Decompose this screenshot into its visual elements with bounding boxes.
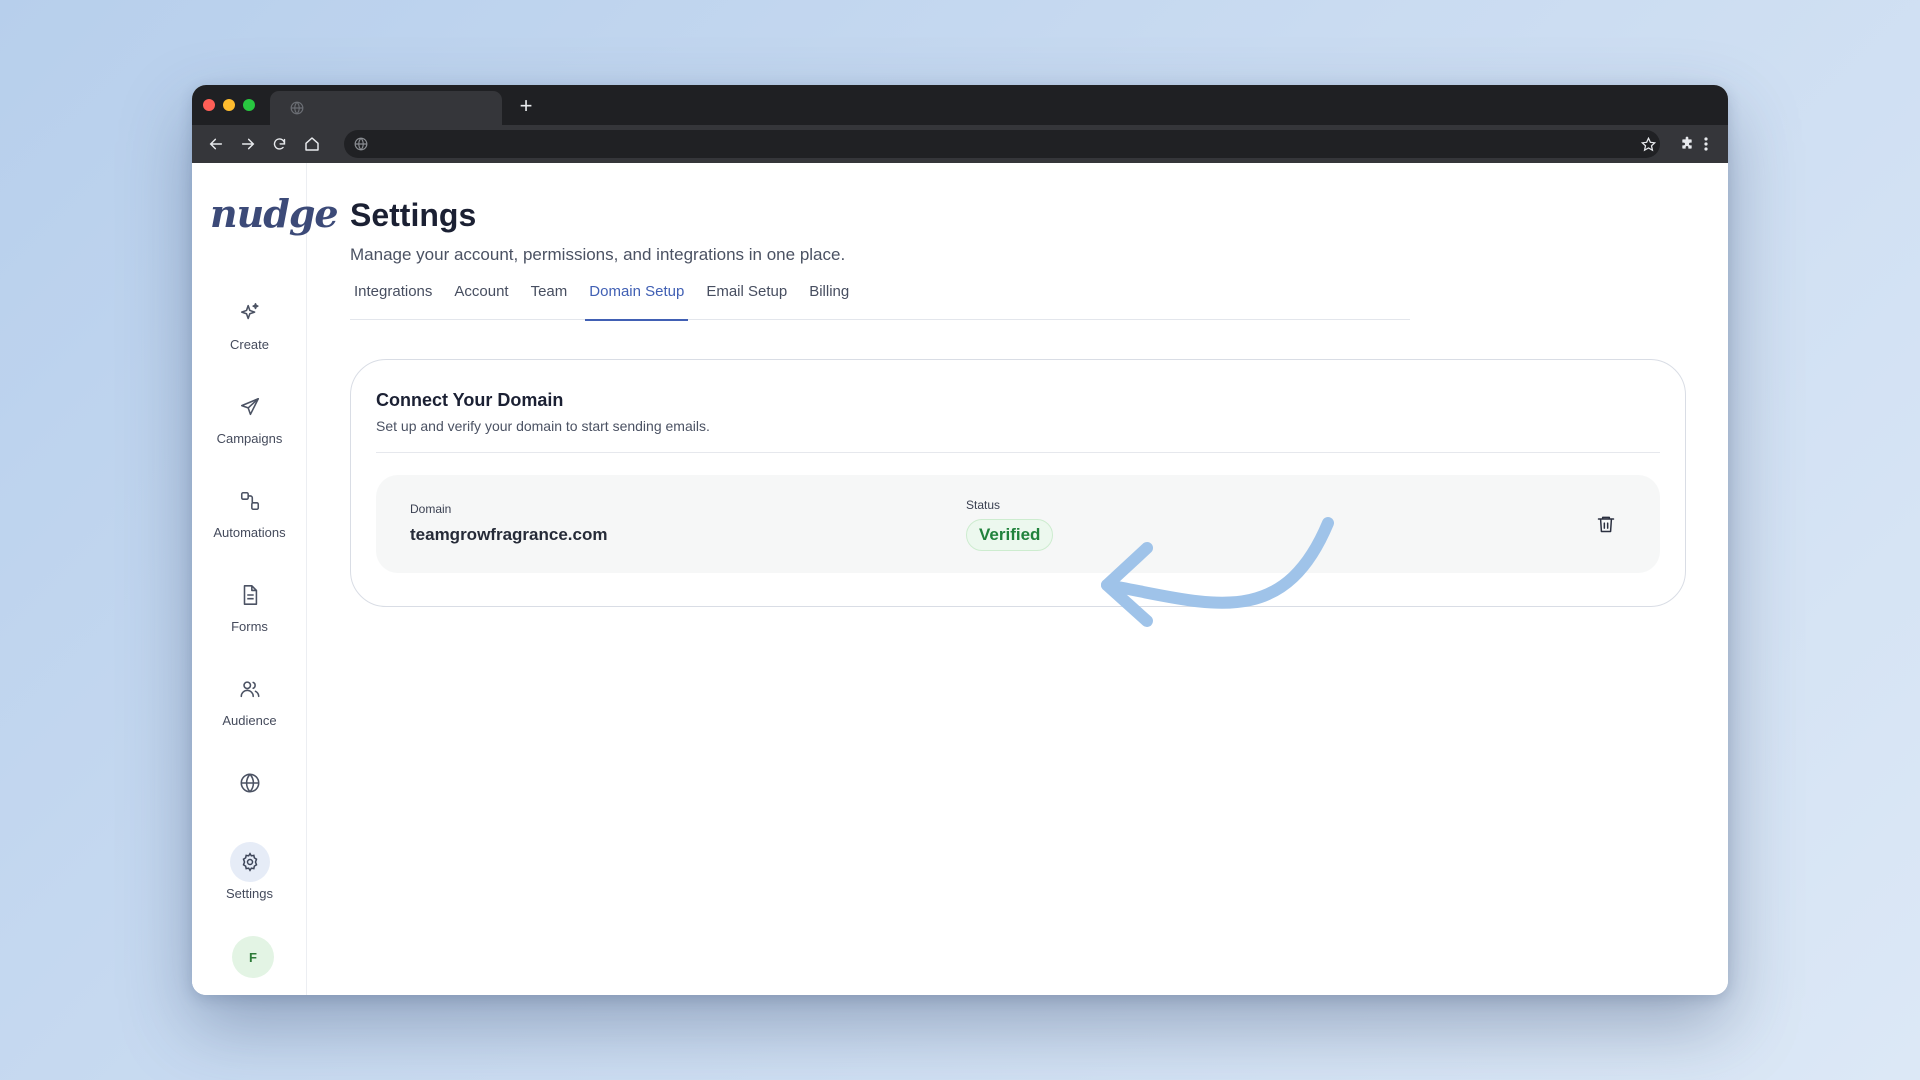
nav-label: Automations — [213, 525, 286, 540]
browser-tab[interactable] — [270, 91, 502, 125]
reload-icon — [273, 137, 285, 150]
window-controls — [203, 99, 255, 111]
page-title: Settings — [350, 197, 477, 233]
arrow-right-icon — [241, 138, 255, 150]
back-button[interactable] — [206, 134, 226, 154]
forward-button[interactable] — [238, 134, 258, 154]
divider — [376, 452, 1660, 453]
tab-billing[interactable]: Billing — [805, 282, 853, 320]
browser-window: + nudge Create Campaigns Automations For… — [192, 85, 1728, 995]
settings-tabs: Integrations Account Team Domain Setup E… — [350, 282, 1410, 321]
delete-domain-button[interactable] — [1594, 512, 1618, 536]
globe-icon — [354, 137, 368, 151]
tab-team[interactable]: Team — [527, 282, 572, 320]
trash-icon — [1597, 516, 1615, 533]
connect-domain-card: Connect Your Domain Set up and verify yo… — [350, 359, 1686, 607]
nav-label: Audience — [222, 713, 277, 728]
status-label: Status — [966, 498, 1001, 512]
address-bar[interactable] — [344, 130, 1660, 158]
domain-label: Domain — [410, 502, 452, 516]
maximize-window-button[interactable] — [243, 99, 255, 111]
tab-email-setup[interactable]: Email Setup — [702, 282, 791, 320]
tab-domain-setup[interactable]: Domain Setup — [585, 282, 689, 321]
star-icon — [1640, 136, 1656, 151]
nav-item-forms[interactable]: Forms — [192, 575, 307, 634]
users-icon — [230, 669, 270, 709]
send-icon — [230, 387, 270, 427]
tab-integrations[interactable]: Integrations — [350, 282, 436, 320]
arrow-left-icon — [209, 138, 223, 150]
status-badge: Verified — [966, 519, 1054, 551]
more-vertical-icon — [1704, 137, 1708, 151]
sparkle-icon — [230, 293, 270, 333]
gear-icon — [229, 842, 270, 882]
main-content: Settings Manage your account, permission… — [307, 163, 1728, 995]
card-subtitle: Set up and verify your domain to start s… — [376, 418, 710, 434]
nav-item-audience[interactable]: Audience — [192, 669, 307, 728]
nav-label: Settings — [226, 886, 273, 901]
nav-item-campaigns[interactable]: Campaigns — [192, 387, 307, 446]
reload-button[interactable] — [269, 134, 289, 154]
sidebar: nudge Create Campaigns Automations Forms… — [192, 163, 339, 995]
app-root: nudge Create Campaigns Automations Forms… — [192, 163, 1728, 995]
globe-icon — [290, 101, 304, 115]
nav-label: Campaigns — [216, 431, 283, 446]
workflow-icon — [230, 481, 270, 521]
tab-account[interactable]: Account — [450, 282, 512, 320]
minimize-window-button[interactable] — [223, 99, 235, 111]
new-tab-button[interactable]: + — [516, 91, 536, 121]
nav-label: Create — [229, 337, 270, 352]
domain-value: teamgrowfragrance.com — [410, 525, 608, 544]
puzzle-icon — [1682, 136, 1692, 149]
nav-item-domains[interactable] — [192, 763, 307, 807]
document-icon — [230, 575, 270, 615]
extensions-button[interactable] — [1677, 134, 1697, 154]
domain-row: Domain teamgrowfragrance.com Status Veri… — [376, 475, 1660, 573]
browser-toolbar — [192, 125, 1728, 163]
home-button[interactable] — [302, 134, 322, 154]
user-avatar[interactable]: F — [232, 936, 274, 978]
browser-menu-button[interactable] — [1696, 134, 1716, 154]
close-window-button[interactable] — [203, 99, 215, 111]
page-subtitle: Manage your account, permissions, and in… — [350, 245, 846, 264]
home-icon — [305, 137, 319, 151]
browser-tabbar: + — [192, 85, 1728, 125]
card-title: Connect Your Domain — [376, 390, 564, 410]
bookmark-button[interactable] — [1638, 134, 1658, 154]
nav-item-settings[interactable]: Settings — [192, 842, 307, 901]
nav-label: Forms — [231, 619, 268, 634]
nav-item-create[interactable]: Create — [192, 293, 307, 352]
globe-icon — [230, 763, 270, 803]
nav-item-automations[interactable]: Automations — [192, 481, 307, 540]
